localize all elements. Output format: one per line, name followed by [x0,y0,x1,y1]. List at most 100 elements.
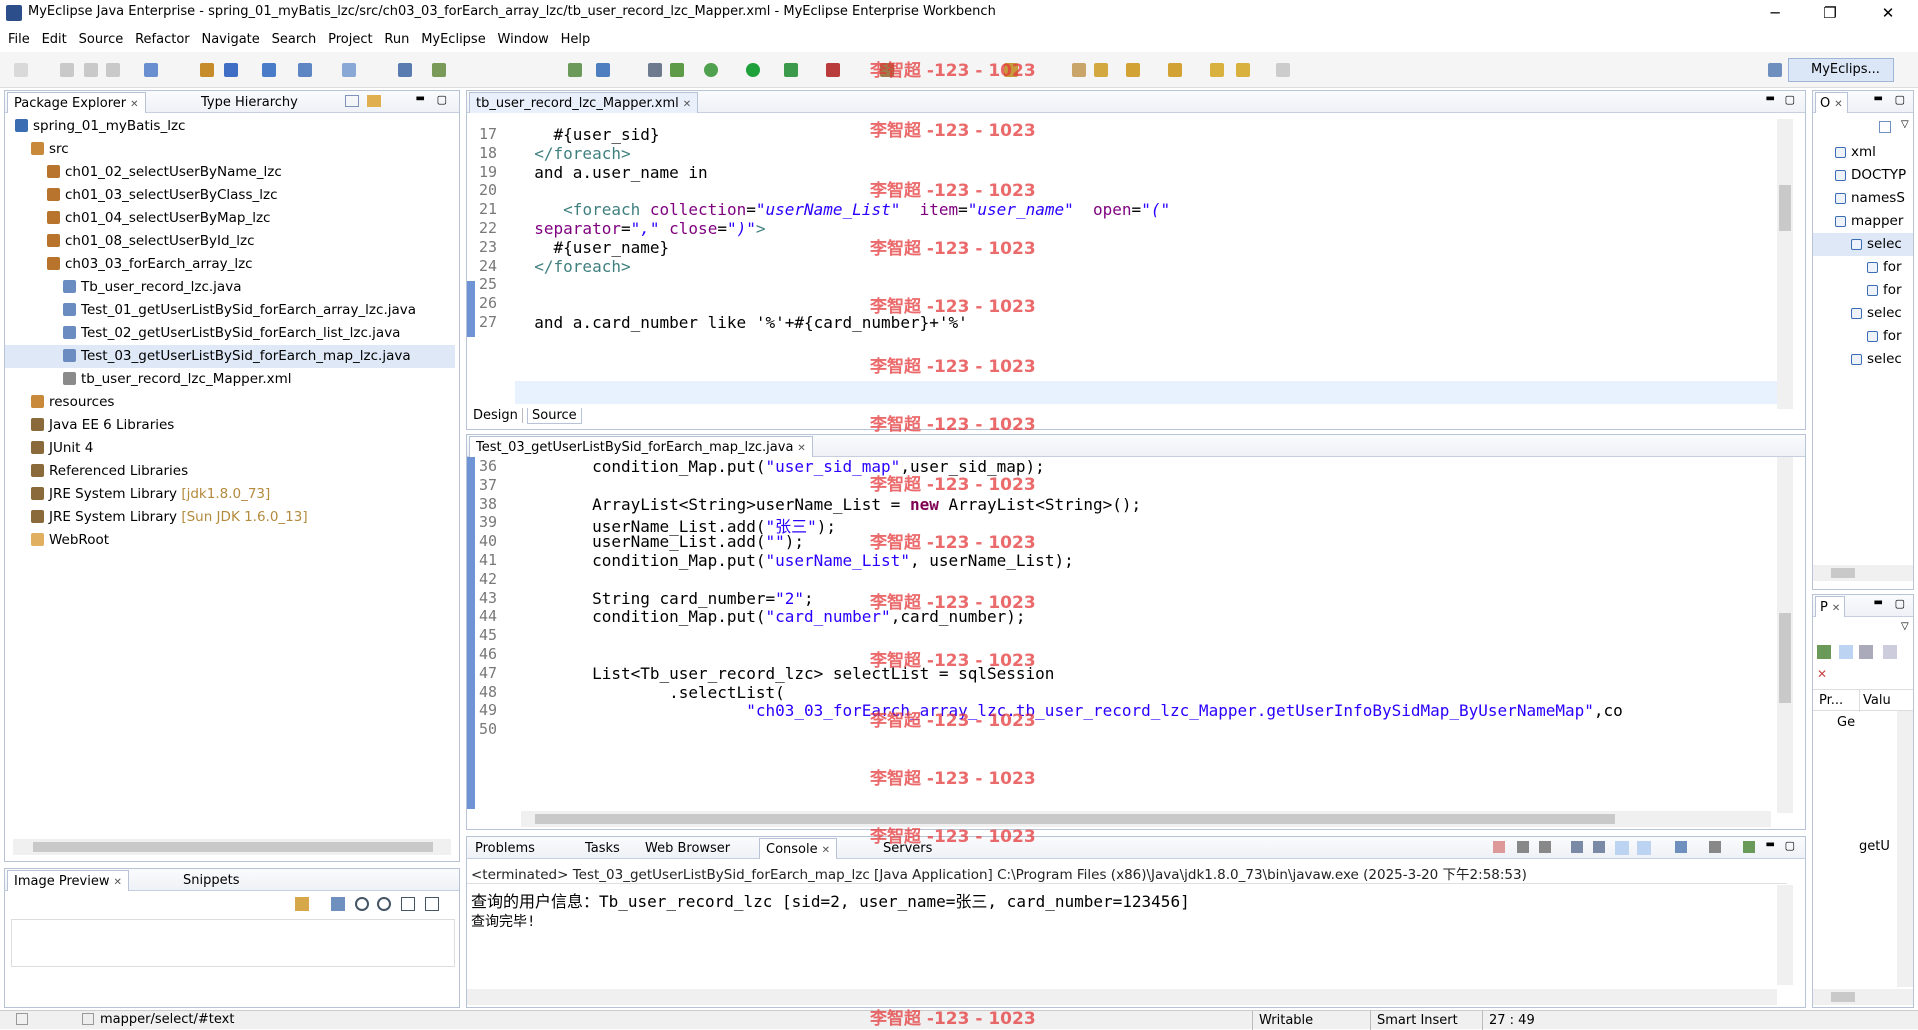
search-icon[interactable] [648,63,662,77]
run-icon[interactable] [746,63,760,77]
outline-item[interactable]: selec [1813,302,1913,325]
tree-item[interactable]: ch01_02_selectUserByName_lzc [5,161,455,184]
scrollbar-thumb[interactable] [1779,185,1791,231]
maximize-view-icon[interactable]: ▢ [1895,93,1905,106]
tree-item[interactable]: ch01_03_selectUserByClass_lzc [5,184,455,207]
scrollbar-thumb[interactable] [1779,613,1791,703]
close-icon[interactable]: ✕ [683,99,691,110]
tree-item[interactable]: tb_user_record_lzc_Mapper.xml [5,368,455,391]
annotation-icon[interactable] [1072,63,1086,77]
vertical-scrollbar[interactable] [1777,457,1793,813]
tab-package-explorer[interactable]: Package Explorer ✕ [7,92,146,113]
database-icon[interactable] [262,63,276,77]
zoom-fit-icon[interactable] [331,897,345,911]
menu-run[interactable]: Run [384,32,409,47]
tree-item[interactable]: Test_01_getUserListBySid_forEarch_array_… [5,299,455,322]
perspective-myeclipse[interactable]: MyEclips... [1788,58,1894,82]
tree-item[interactable]: spring_01_myBatis_lzc [5,115,455,138]
open-console-icon[interactable] [1743,841,1755,853]
maximize-view-icon[interactable]: ▢ [437,93,447,106]
new-project-icon[interactable] [144,63,158,77]
outline-item[interactable]: for [1813,256,1913,279]
clear-console-icon[interactable] [1571,841,1583,853]
filter-icon[interactable] [1859,645,1873,659]
tab-image-preview[interactable]: Image Preview ✕ [7,870,129,891]
tab-web-browser[interactable]: Web Browser [639,838,736,859]
tab-test03-java[interactable]: Test_03_getUserListBySid_forEarch_map_lz… [469,436,813,457]
collapse-all-icon[interactable] [345,95,359,107]
globe-icon[interactable] [670,63,684,77]
tab-console[interactable]: Console ✕ [759,838,837,859]
minimize-view-icon[interactable]: ▬ [416,93,425,104]
back-icon[interactable] [1210,63,1224,77]
outline-item[interactable]: mapper [1813,210,1913,233]
server-icon[interactable] [298,63,312,77]
back-history-icon[interactable] [1236,63,1250,77]
open-type-icon[interactable] [200,63,214,77]
minimize-view-icon[interactable]: ▬ [1874,597,1883,608]
tab-type-hierarchy[interactable]: Type Hierarchy [195,92,304,113]
minimize-button[interactable]: ─ [1755,2,1795,24]
save-all-icon[interactable] [84,63,98,77]
tree-item[interactable]: ch03_03_forEarch_array_lzc [5,253,455,276]
tab-mapper-xml[interactable]: tb_user_record_lzc_Mapper.xml ✕ [469,92,699,113]
vertical-scrollbar[interactable] [1777,119,1793,409]
tab-properties[interactable]: P ✕ [1815,596,1846,617]
remove-all-icon[interactable] [1539,841,1551,853]
tree-item[interactable]: JUnit 4 [5,437,455,460]
coverage-icon[interactable] [826,63,840,77]
remove-property-icon[interactable]: ✕ [1817,667,1827,681]
run-external-icon[interactable] [784,63,798,77]
scrollbar-thumb[interactable] [535,814,1615,824]
maximize-view-icon[interactable]: ▢ [1785,839,1795,852]
tree-item[interactable]: Tb_user_record_lzc.java [5,276,455,299]
categories-icon[interactable] [1839,645,1853,659]
java-code-area[interactable]: 36 condition_Map.put("user_sid_map",user… [467,457,1787,809]
console-output[interactable]: 查询的用户信息：Tb_user_record_lzc [sid=2, user_… [467,883,1787,987]
menu-search[interactable]: Search [272,32,317,47]
refresh-icon[interactable] [295,897,309,911]
next-annotation-icon[interactable] [1126,63,1140,77]
pin-properties-icon[interactable] [1817,645,1831,659]
tree-item[interactable]: resources [5,391,455,414]
outline-item[interactable]: for [1813,325,1913,348]
tree-item[interactable]: WebRoot [5,529,455,552]
zoom-in-icon[interactable] [377,897,391,911]
horizontal-scrollbar[interactable] [467,989,1777,1005]
collapse-all-icon[interactable] [1879,121,1891,133]
menu-navigate[interactable]: Navigate [201,32,259,47]
close-icon[interactable]: ✕ [113,877,121,888]
tree-item[interactable]: Test_02_getUserListBySid_forEarch_list_l… [5,322,455,345]
open-resource-icon[interactable] [596,63,610,77]
outline-item[interactable]: selec [1813,233,1913,256]
xml-code-area[interactable]: 17 #{user_sid} 18 </foreach> 19 and a.user… [467,113,1787,413]
tab-tasks[interactable]: Tasks [579,838,626,859]
new-package-icon[interactable] [568,63,582,77]
view-menu-icon[interactable]: ▽ [1901,621,1909,632]
menu-file[interactable]: File [8,32,30,47]
save-icon[interactable] [60,63,74,77]
menu-edit[interactable]: Edit [42,32,67,47]
tab-design[interactable]: Design [469,408,523,423]
terminate-icon[interactable] [1493,841,1505,853]
close-icon[interactable]: ✕ [822,845,830,856]
close-icon[interactable]: ✕ [1832,603,1840,614]
show-on-output-icon[interactable] [1615,841,1629,855]
fit-window-icon[interactable] [425,897,439,911]
property-column[interactable]: Pr... [1819,690,1843,712]
tab-outline[interactable]: O ✕ [1815,92,1848,113]
display-console-icon[interactable] [1709,841,1721,853]
menu-project[interactable]: Project [328,32,372,47]
menu-source[interactable]: Source [79,32,124,47]
horizontal-scrollbar[interactable] [1813,989,1913,1005]
print-icon[interactable] [106,63,120,77]
outline-item[interactable]: namesS [1813,187,1913,210]
tree-item[interactable]: ch01_04_selectUserByMap_lzc [5,207,455,230]
pin-console-icon[interactable] [1675,841,1687,853]
tree-item[interactable]: src [5,138,455,161]
minimize-view-icon[interactable]: ▬ [1766,839,1775,850]
scrollbar-thumb[interactable] [33,842,433,852]
maximize-view-icon[interactable]: ▢ [1785,93,1795,106]
menu-myeclipse[interactable]: MyEclipse [421,32,486,47]
deploy-icon[interactable] [224,63,238,77]
